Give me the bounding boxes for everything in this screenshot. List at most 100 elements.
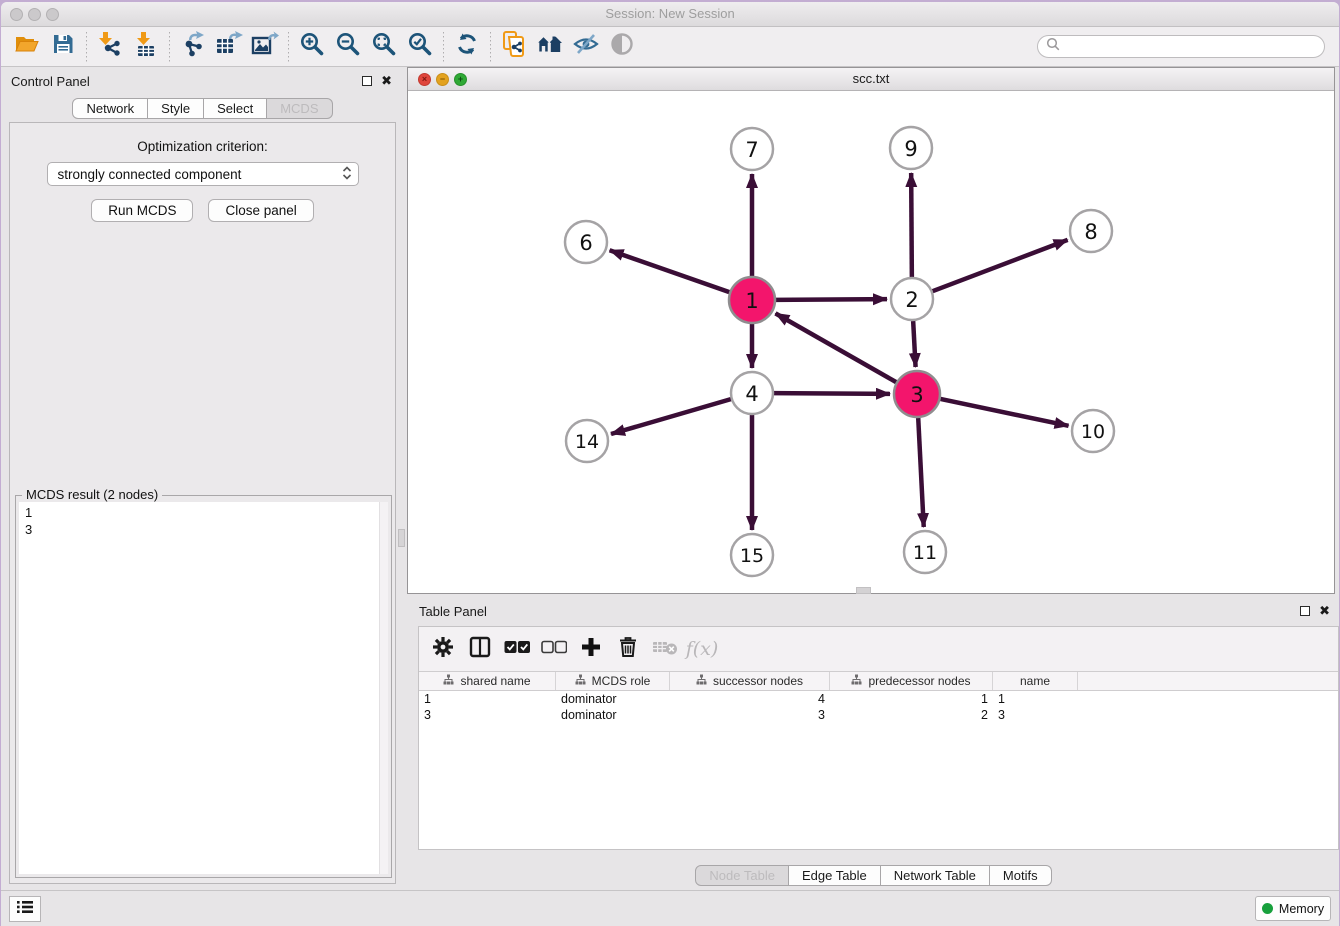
table-cell[interactable]: 1 [419,691,556,707]
control-panel-close-button[interactable]: ✖ [381,73,392,89]
mcds-result-text[interactable]: 13 [19,502,388,874]
graph-edge-3-10[interactable] [940,399,1068,426]
zoom-in-button[interactable] [294,31,330,63]
clone-network-icon [501,30,527,63]
export-network-button[interactable] [175,31,211,63]
tab-edge-table[interactable]: Edge Table [789,865,881,886]
graph-node-label: 1 [745,289,758,313]
tab-node-table[interactable]: Node Table [695,865,789,886]
delete-table-button[interactable] [651,635,679,663]
run-mcds-button[interactable]: Run MCDS [91,199,193,222]
zoom-fit-button[interactable] [366,31,402,63]
show-columns-button[interactable] [466,635,494,663]
graph-edge-3-1[interactable] [775,313,896,382]
graph-node-14[interactable]: 14 [566,420,608,462]
graph-node-2[interactable]: 2 [891,278,933,320]
graph-node-label: 9 [904,137,917,161]
select-all-button[interactable] [503,635,531,663]
table-panel-float-button[interactable] [1300,606,1310,616]
function-builder-button[interactable]: f(x) [688,635,716,663]
table-cell[interactable]: 3 [993,707,1078,723]
graph-edge-3-11[interactable] [918,418,924,527]
graph-node-label: 2 [905,288,918,312]
network-graph[interactable]: 7 9 6 8 1 2 4 3 14 10 15 11 [408,91,1334,593]
graph-node-6[interactable]: 6 [565,221,607,263]
add-row-button[interactable] [577,635,605,663]
table-cell[interactable]: dominator [556,707,670,723]
import-table-button[interactable] [128,31,164,63]
graph-node-3[interactable]: 3 [894,371,940,417]
refresh-button[interactable] [449,31,485,63]
graph-edge-4-3[interactable] [774,393,890,394]
graph-node-8[interactable]: 8 [1070,210,1112,252]
search-input[interactable] [1037,35,1325,58]
column-header-successor-nodes[interactable]: successor nodes [670,672,830,690]
tab-style[interactable]: Style [148,98,204,119]
unselect-all-button[interactable] [540,635,568,663]
tab-mcds[interactable]: MCDS [267,98,332,119]
panel-resize-handle[interactable] [398,529,405,547]
first-neighbors-button[interactable] [532,31,568,63]
tab-network-table[interactable]: Network Table [881,865,990,886]
task-history-button[interactable] [9,896,41,922]
table-row[interactable]: 3dominator323 [419,707,1338,723]
graph-edge-1-2[interactable] [776,299,887,300]
column-header-shared-name[interactable]: shared name [419,672,556,690]
graph-node-11[interactable]: 11 [904,531,946,573]
table-cell[interactable]: 3 [419,707,556,723]
table-cell[interactable]: 1 [830,691,993,707]
table-cell[interactable]: dominator [556,691,670,707]
column-label: name [1020,674,1050,688]
memory-button[interactable]: Memory [1255,896,1331,921]
graph-node-label: 14 [575,431,599,453]
graph-node-15[interactable]: 15 [731,534,773,576]
column-header-predecessor-nodes[interactable]: predecessor nodes [830,672,993,690]
table-cell[interactable]: 1 [993,691,1078,707]
fx-icon: f(x) [686,638,719,660]
mcds-panel-body: Optimization criterion: strongly connect… [9,122,396,884]
show-all-button[interactable] [604,31,640,63]
hide-selected-button[interactable] [568,31,604,63]
graph-edge-1-6[interactable] [610,250,730,292]
table-cell[interactable]: 2 [830,707,993,723]
tab-select[interactable]: Select [204,98,267,119]
open-file-button[interactable] [9,31,45,63]
network-resize-handle[interactable] [856,587,871,594]
toolbar-separator [288,32,289,62]
column-header-name[interactable]: name [993,672,1078,690]
table-cell[interactable]: 4 [670,691,830,707]
export-table-button[interactable] [211,31,247,63]
delete-row-button[interactable] [614,635,642,663]
checked-boxes-icon [504,640,530,659]
table-cell[interactable]: 3 [670,707,830,723]
graph-edge-2-3[interactable] [913,321,915,367]
optimization-criterion-label: Optimization criterion: [10,139,395,154]
table-row[interactable]: 1dominator411 [419,691,1338,707]
column-settings-button[interactable] [429,635,457,663]
graph-node-1[interactable]: 1 [729,277,775,323]
close-panel-button[interactable]: Close panel [208,199,313,222]
tab-motifs[interactable]: Motifs [990,865,1052,886]
import-network-button[interactable] [92,31,128,63]
mcds-result-scrollbar[interactable] [379,502,388,874]
graph-node-4[interactable]: 4 [731,372,773,414]
table-panel-close-button[interactable]: ✖ [1319,603,1330,619]
graph-edge-2-8[interactable] [933,240,1068,291]
clone-network-button[interactable] [496,31,532,63]
tab-network[interactable]: Network [72,98,148,119]
control-panel-title: Control Panel [11,74,90,89]
zoom-selected-button[interactable] [402,31,438,63]
table-panel-header: Table Panel ✖ [406,597,1339,625]
graph-edge-4-14[interactable] [611,399,731,434]
criterion-select[interactable]: strongly connected component [47,162,359,186]
graph-node-10[interactable]: 10 [1072,410,1114,452]
graph-node-9[interactable]: 9 [890,127,932,169]
control-panel-float-button[interactable] [362,76,372,86]
zoom-out-button[interactable] [330,31,366,63]
graph-node-7[interactable]: 7 [731,128,773,170]
graph-edge-2-9[interactable] [911,173,912,277]
network-window-titlebar: × − + scc.txt [408,68,1334,91]
column-header-mcds-role[interactable]: MCDS role [556,672,670,690]
save-session-button[interactable] [45,31,81,63]
export-image-button[interactable] [247,31,283,63]
